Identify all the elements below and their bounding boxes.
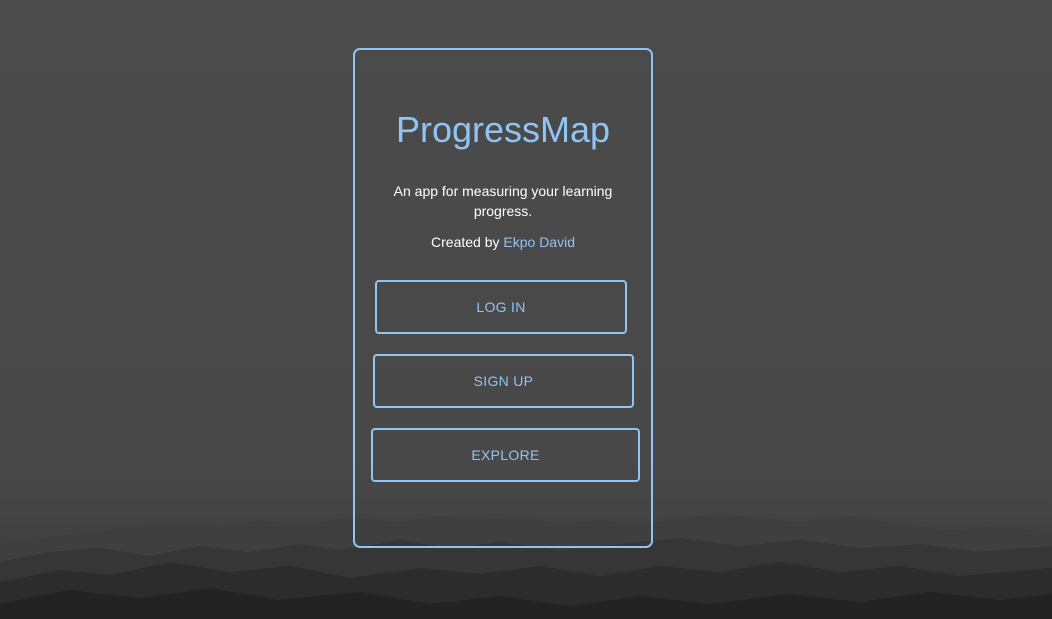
credit-prefix: Created by <box>431 234 504 250</box>
author-link[interactable]: Ekpo David <box>503 234 575 250</box>
app-tagline: An app for measuring your learning progr… <box>393 183 613 219</box>
signup-button[interactable]: SIGN UP <box>373 354 634 408</box>
app-title: ProgressMap <box>395 109 611 150</box>
login-button[interactable]: LOG IN <box>375 280 627 334</box>
explore-button[interactable]: EXPLORE <box>371 428 640 482</box>
welcome-card: ProgressMap An app for measuring your le… <box>353 48 653 548</box>
author-credit: Created by Ekpo David <box>355 232 651 252</box>
background: ProgressMap An app for measuring your le… <box>0 0 1052 619</box>
